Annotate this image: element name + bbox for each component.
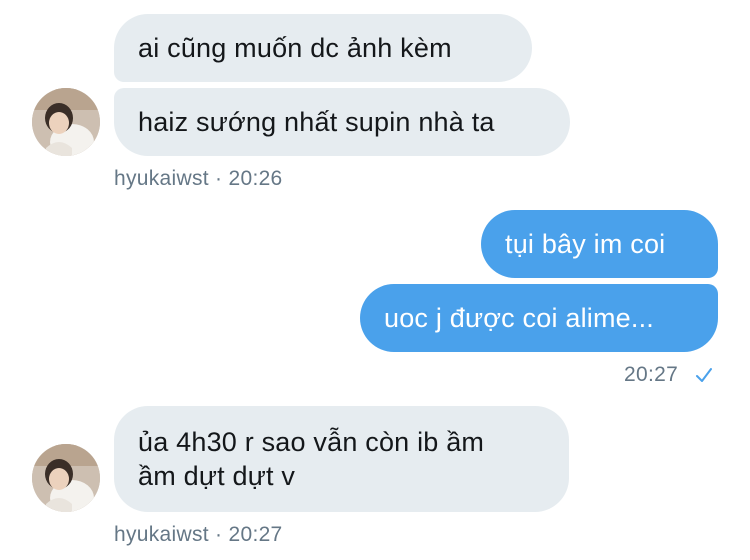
message-bubble-incoming[interactable]: haiz sướng nhất supin nhà ta [114,88,570,156]
message-text: haiz sướng nhất supin nhà ta [138,107,495,137]
message-text: uoc j được coi alime... [384,303,654,333]
message-text-line: ầm dựt dựt v [138,461,296,491]
message-meta: hyukaiwst · 20:26 [114,167,283,191]
avatar[interactable] [32,88,100,156]
check-icon [695,366,713,384]
message-meta: hyukaiwst · 20:27 [114,523,283,547]
sender-name[interactable]: hyukaiwst [114,167,209,190]
message-bubble-incoming[interactable]: ai cũng muốn dc ảnh kèm [114,14,532,82]
meta-separator: · [215,523,223,546]
message-text: ai cũng muốn dc ảnh kèm [138,33,452,63]
sender-name[interactable]: hyukaiwst [114,523,209,546]
meta-separator: · [215,167,223,190]
timestamp: 20:27 [228,523,283,546]
avatar[interactable] [32,444,100,512]
message-bubble-outgoing[interactable]: uoc j được coi alime... [360,284,718,352]
avatar-image [32,88,100,156]
timestamp: 20:27 [624,363,679,386]
message-text: tụi bây im coi [505,229,666,259]
message-text-line: ủa 4h30 r sao vẫn còn ib ầm [138,427,485,457]
timestamp: 20:26 [228,167,283,190]
message-bubble-outgoing[interactable]: tụi bây im coi [481,210,718,278]
message-bubble-incoming[interactable]: ủa 4h30 r sao vẫn còn ib ầm ầm dựt dựt v [114,406,569,512]
avatar-image [32,444,100,512]
message-meta: 20:27 [624,363,678,387]
